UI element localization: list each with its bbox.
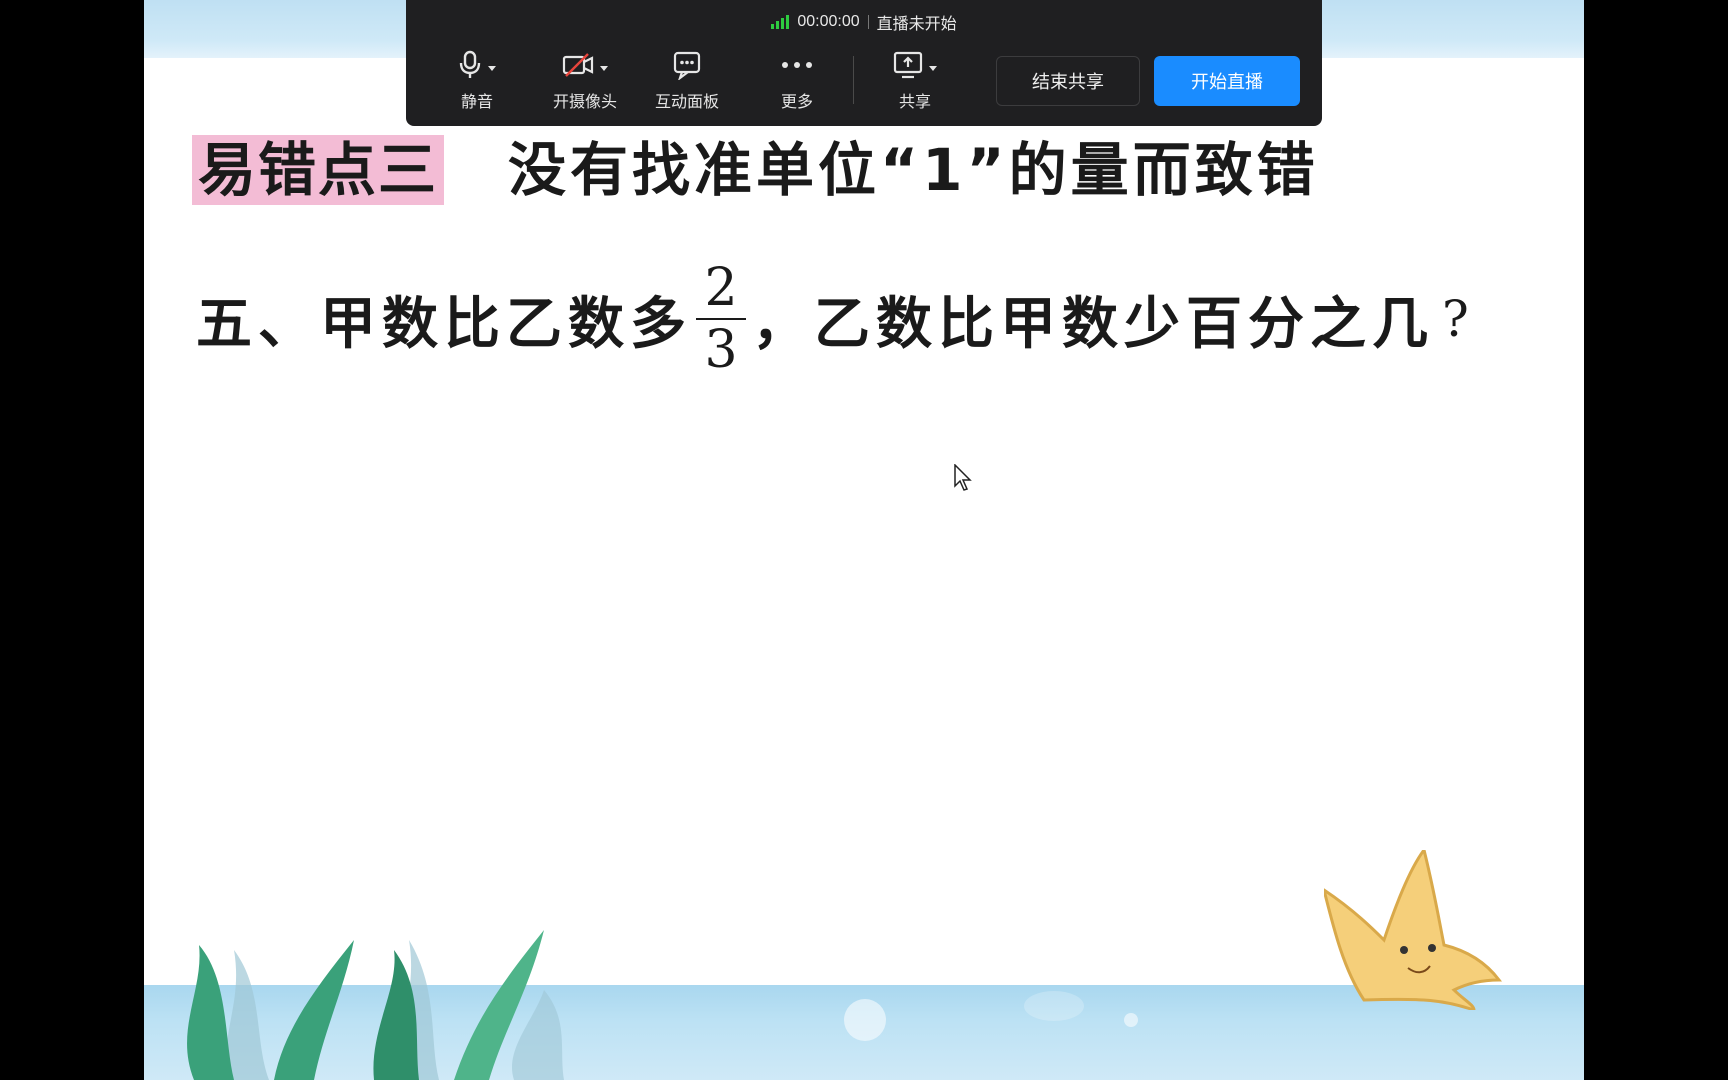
- slide-heading: 易错点三 没有找准单位“1”的量而致错: [192, 134, 1319, 206]
- camera-off-icon: [562, 53, 594, 77]
- signal-icon: [771, 15, 790, 29]
- screen: 易错点三 没有找准单位“1”的量而致错 五、甲数比乙数多 2 3 ，乙数比甲数少…: [0, 0, 1728, 1080]
- fraction-numerator: 2: [704, 258, 738, 318]
- camera-label: 开摄像头: [552, 94, 617, 111]
- share-button[interactable]: 共享: [870, 48, 960, 114]
- screen-share-icon: [893, 51, 923, 79]
- more-button[interactable]: 更多: [752, 48, 842, 114]
- mute-label: 静音: [460, 94, 493, 111]
- microphone-icon: [459, 50, 481, 78]
- chat-board-icon: [673, 51, 701, 80]
- fraction-denominator: 3: [704, 320, 738, 380]
- mute-button[interactable]: 静音: [432, 48, 522, 114]
- question-prefix: 五、甲数比乙数多: [196, 291, 692, 357]
- seaweed-illustration: [187, 930, 564, 1080]
- start-live-button[interactable]: 开始直播: [1154, 56, 1300, 106]
- more-dots-icon: [782, 62, 812, 68]
- camera-button[interactable]: 开摄像头: [540, 48, 630, 114]
- presentation-slide: 易错点三 没有找准单位“1”的量而致错 五、甲数比乙数多 2 3 ，乙数比甲数少…: [144, 0, 1584, 1080]
- whiteboard-label: 互动面板: [654, 94, 719, 111]
- bubble-decoration: [1024, 991, 1084, 1021]
- bubble-decoration: [844, 999, 886, 1041]
- question: 五、甲数比乙数多 2 3 ，乙数比甲数少百分之几 ?: [196, 254, 1469, 384]
- heading-tag: 易错点三: [192, 135, 445, 205]
- question-mark: ?: [1442, 290, 1469, 348]
- status-divider: [867, 15, 869, 29]
- heading-title: 没有找准单位“1”的量而致错: [508, 136, 1319, 204]
- fraction: 2 3: [696, 260, 746, 378]
- end-share-button[interactable]: 结束共享: [996, 56, 1140, 106]
- stream-status: 00:00:00 直播未开始: [406, 10, 1322, 34]
- chevron-down-icon[interactable]: [488, 65, 496, 71]
- starfish-illustration: [1324, 850, 1503, 1010]
- bubble-decoration: [1124, 1013, 1138, 1027]
- share-label: 共享: [898, 94, 931, 111]
- stream-timer: 00:00:00: [797, 13, 860, 30]
- chevron-down-icon[interactable]: [600, 65, 608, 71]
- chevron-down-icon[interactable]: [929, 65, 937, 71]
- stream-status-text: 直播未开始: [876, 16, 957, 33]
- toolbar-divider: [853, 56, 854, 104]
- whiteboard-button[interactable]: 互动面板: [642, 48, 732, 114]
- live-stream-toolbar: 00:00:00 直播未开始 静音 开摄像头 互动面板 更多 共享 结束共享 开…: [406, 0, 1322, 126]
- question-suffix: ，乙数比甲数少百分之几: [752, 291, 1434, 357]
- mouse-pointer-icon: [954, 464, 972, 491]
- more-label: 更多: [780, 94, 813, 111]
